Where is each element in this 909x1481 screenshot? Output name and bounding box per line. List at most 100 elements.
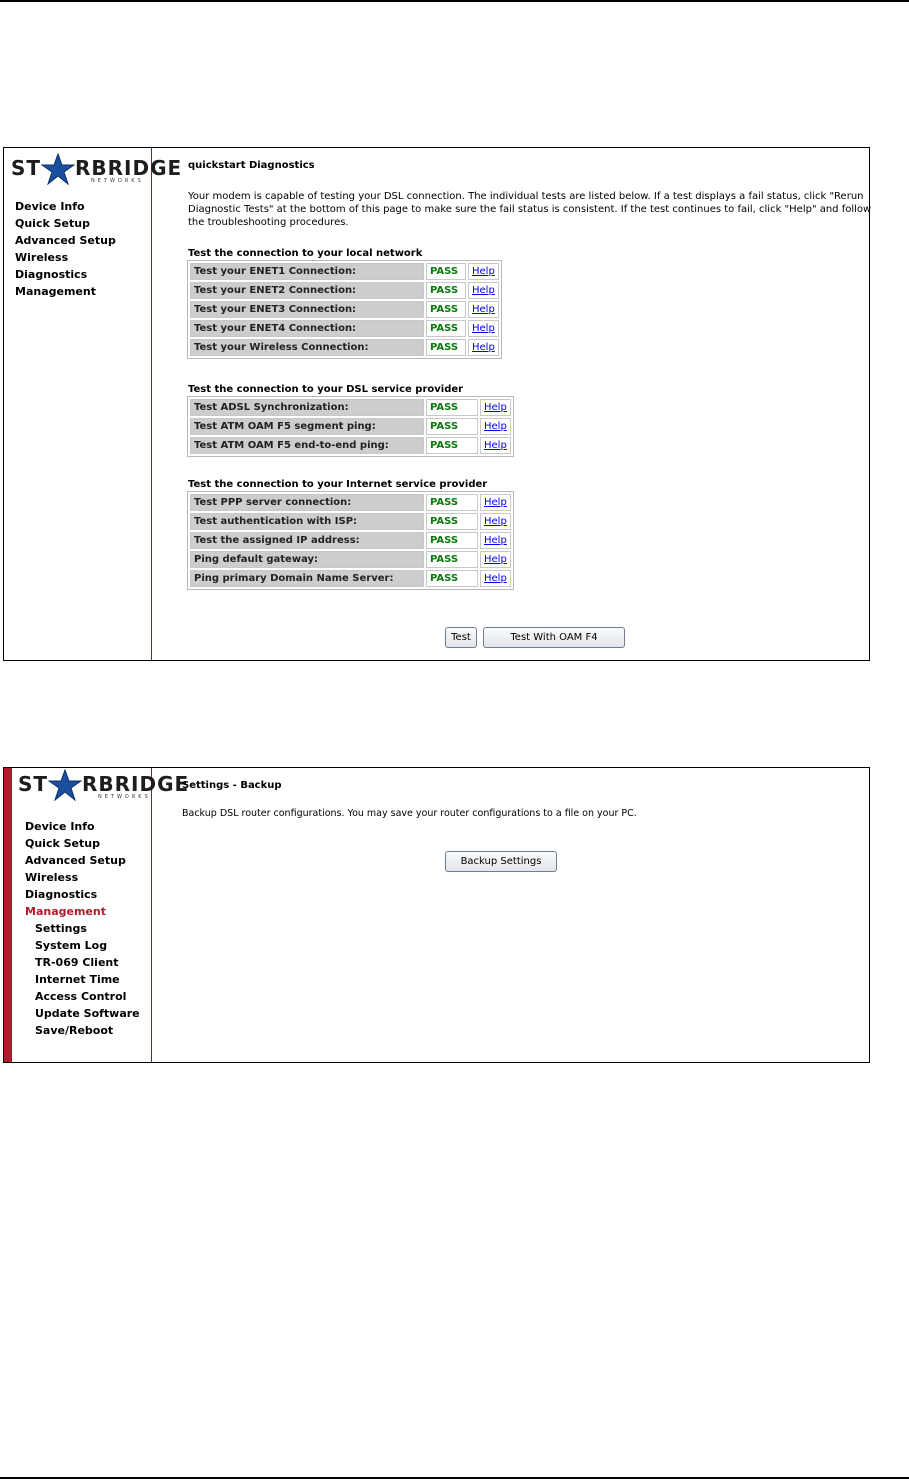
help-cell: Help <box>468 339 499 356</box>
test-label: Test ATM OAM F5 segment ping: <box>190 418 424 435</box>
brand-logo: ST RBRIDGE NETWORKS <box>11 153 181 185</box>
page-title: quickstart Diagnostics <box>188 160 315 171</box>
page-description: Backup DSL router configurations. You ma… <box>182 808 637 819</box>
help-link[interactable]: Help <box>484 573 507 584</box>
help-link[interactable]: Help <box>484 516 507 527</box>
subnav-update-software[interactable]: Update Software <box>35 1005 140 1022</box>
nav-quick-setup[interactable]: Quick Setup <box>15 215 116 232</box>
nav-diagnostics[interactable]: Diagnostics <box>15 266 116 283</box>
nav-wireless[interactable]: Wireless <box>25 869 140 886</box>
management-submenu: Settings System Log TR-069 Client Intern… <box>25 920 140 1039</box>
backup-settings-button[interactable]: Backup Settings <box>445 851 557 872</box>
sidebar: ST RBRIDGE NETWORKS Device Info Quick Se… <box>4 148 181 660</box>
logo-text-left: ST <box>11 156 42 180</box>
nav-device-info[interactable]: Device Info <box>25 818 140 835</box>
test-result: PASS <box>426 282 466 299</box>
nav-management[interactable]: Management <box>15 283 116 300</box>
help-link[interactable]: Help <box>472 342 495 353</box>
help-cell: Help <box>480 570 511 587</box>
table-row: Test authentication with ISP: PASS Help <box>190 513 511 530</box>
help-cell: Help <box>480 494 511 511</box>
help-cell: Help <box>468 282 499 299</box>
logo-subtitle: NETWORKS <box>98 794 151 800</box>
help-link[interactable]: Help <box>472 285 495 296</box>
test-label: Test your ENET3 Connection: <box>190 301 424 318</box>
test-label: Test your ENET2 Connection: <box>190 282 424 299</box>
subnav-settings[interactable]: Settings <box>35 920 140 937</box>
help-link[interactable]: Help <box>484 554 507 565</box>
help-cell: Help <box>480 532 511 549</box>
section-heading-local-network: Test the connection to your local networ… <box>188 248 423 259</box>
subnav-tr069-client[interactable]: TR-069 Client <box>35 954 140 971</box>
nav-advanced-setup[interactable]: Advanced Setup <box>25 852 140 869</box>
section-heading-dsl-provider: Test the connection to your DSL service … <box>188 384 464 395</box>
help-cell: Help <box>480 513 511 530</box>
test-result: PASS <box>426 418 478 435</box>
help-cell: Help <box>468 320 499 337</box>
nav-advanced-setup[interactable]: Advanced Setup <box>15 232 116 249</box>
test-label: Test your ENET1 Connection: <box>190 263 424 280</box>
nav-wireless[interactable]: Wireless <box>15 249 116 266</box>
test-result: PASS <box>426 437 478 454</box>
test-result: PASS <box>426 399 478 416</box>
help-link[interactable]: Help <box>484 402 507 413</box>
help-link[interactable]: Help <box>472 304 495 315</box>
nav-menu: Device Info Quick Setup Advanced Setup W… <box>25 818 140 1039</box>
test-result: PASS <box>426 551 478 568</box>
help-cell: Help <box>468 263 499 280</box>
help-link[interactable]: Help <box>472 323 495 334</box>
logo-subtitle: NETWORKS <box>91 178 144 184</box>
test-result: PASS <box>426 301 466 318</box>
help-link[interactable]: Help <box>472 266 495 277</box>
test-result: PASS <box>426 532 478 549</box>
test-label: Ping primary Domain Name Server: <box>190 570 424 587</box>
test-label: Ping default gateway: <box>190 551 424 568</box>
isp-tests-table: Test PPP server connection: PASS Help Te… <box>187 491 514 590</box>
subnav-save-reboot[interactable]: Save/Reboot <box>35 1022 140 1039</box>
test-result: PASS <box>426 570 478 587</box>
page-bottom-rule <box>0 1477 909 1479</box>
nav-diagnostics[interactable]: Diagnostics <box>25 886 140 903</box>
test-label: Test your Wireless Connection: <box>190 339 424 356</box>
nav-device-info[interactable]: Device Info <box>15 198 116 215</box>
test-result: PASS <box>426 494 478 511</box>
help-cell: Help <box>480 437 511 454</box>
main-content: quickstart Diagnostics Your modem is cap… <box>164 148 871 660</box>
help-cell: Help <box>480 399 511 416</box>
nav-quick-setup[interactable]: Quick Setup <box>25 835 140 852</box>
help-cell: Help <box>480 551 511 568</box>
star-icon <box>48 769 82 801</box>
brand-logo: ST RBRIDGE NETWORKS <box>18 769 188 801</box>
help-link[interactable]: Help <box>484 535 507 546</box>
test-button[interactable]: Test <box>445 627 477 648</box>
table-row: Test the assigned IP address: PASS Help <box>190 532 511 549</box>
subnav-system-log[interactable]: System Log <box>35 937 140 954</box>
test-with-oam-f4-button[interactable]: Test With OAM F4 <box>483 627 625 648</box>
table-row: Test ADSL Synchronization: PASS Help <box>190 399 511 416</box>
section-heading-isp: Test the connection to your Internet ser… <box>188 479 488 490</box>
local-network-tests-table: Test your ENET1 Connection: PASS Help Te… <box>187 260 502 359</box>
table-row: Test your ENET2 Connection: PASS Help <box>190 282 499 299</box>
help-link[interactable]: Help <box>484 421 507 432</box>
test-label: Test ADSL Synchronization: <box>190 399 424 416</box>
subnav-access-control[interactable]: Access Control <box>35 988 140 1005</box>
settings-backup-window: ST RBRIDGE NETWORKS Device Info Quick Se… <box>3 767 870 1063</box>
test-result: PASS <box>426 320 466 337</box>
test-label: Test ATM OAM F5 end-to-end ping: <box>190 437 424 454</box>
test-label: Test your ENET4 Connection: <box>190 320 424 337</box>
table-row: Test ATM OAM F5 segment ping: PASS Help <box>190 418 511 435</box>
star-icon <box>41 153 75 185</box>
table-row: Ping default gateway: PASS Help <box>190 551 511 568</box>
table-row: Test your ENET4 Connection: PASS Help <box>190 320 499 337</box>
page-top-rule <box>0 0 909 2</box>
test-label: Test authentication with ISP: <box>190 513 424 530</box>
nav-management-active[interactable]: Management <box>25 903 140 920</box>
subnav-internet-time[interactable]: Internet Time <box>35 971 140 988</box>
sidebar-accent-bar <box>4 768 12 1062</box>
table-row: Ping primary Domain Name Server: PASS He… <box>190 570 511 587</box>
nav-menu: Device Info Quick Setup Advanced Setup W… <box>15 198 116 300</box>
test-label: Test PPP server connection: <box>190 494 424 511</box>
help-link[interactable]: Help <box>484 440 507 451</box>
help-link[interactable]: Help <box>484 497 507 508</box>
table-row: Test your ENET3 Connection: PASS Help <box>190 301 499 318</box>
